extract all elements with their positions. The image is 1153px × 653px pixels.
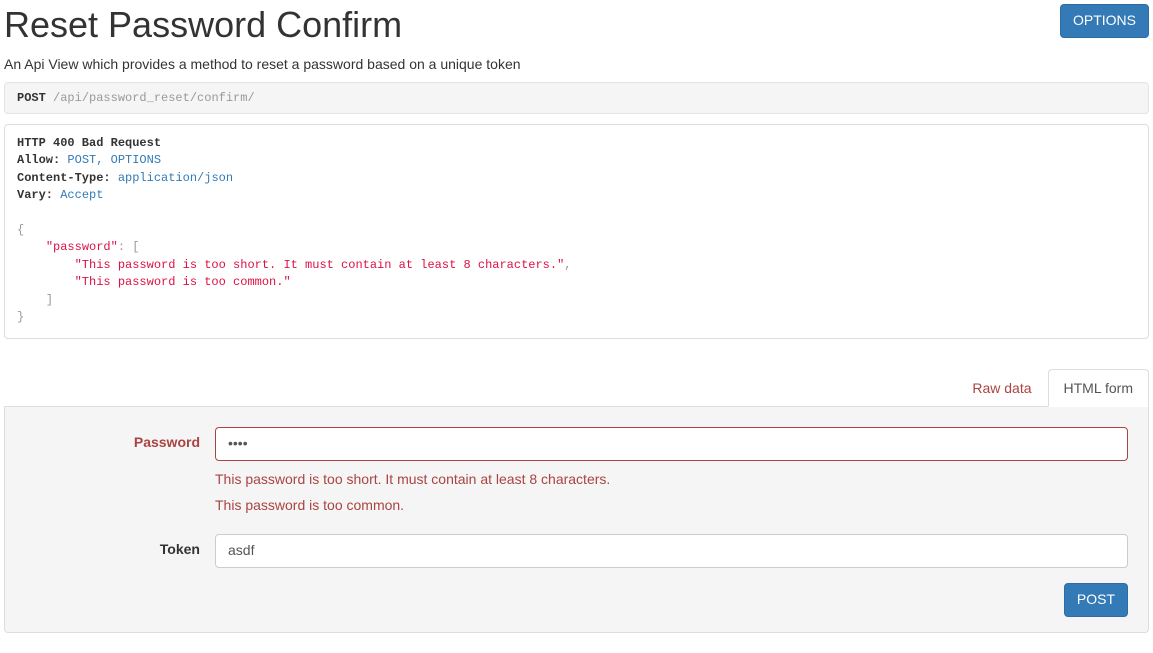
form-group-token: Token [25,534,1128,568]
page-title: Reset Password Confirm [4,4,402,46]
post-button[interactable]: POST [1064,583,1128,617]
password-error-1: This password is too common. [215,497,1128,513]
password-label: Password [25,427,215,450]
tab-html-form[interactable]: HTML form [1048,369,1149,407]
token-label: Token [25,534,215,557]
form-panel: Password This password is too short. It … [4,407,1149,633]
tab-raw-data[interactable]: Raw data [956,369,1047,407]
vary-label: Vary: [17,188,53,202]
form-tabs: Raw data HTML form [4,369,1149,407]
json-error-0: "This password is too short. It must con… [75,258,565,272]
allow-label: Allow: [17,153,60,167]
form-group-password: Password This password is too short. It … [25,427,1128,519]
request-info: POST /api/password_reset/confirm/ [4,82,1149,114]
allow-value: POST, OPTIONS [67,153,161,167]
token-field[interactable] [215,534,1128,568]
api-description: An Api View which provides a method to r… [4,56,1149,72]
vary-value: Accept [60,188,103,202]
request-path: /api/password_reset/confirm/ [53,91,255,105]
response-block: HTTP 400 Bad Request Allow: POST, OPTION… [4,124,1149,339]
content-type-value: application/json [118,171,233,185]
status-line: HTTP 400 Bad Request [17,136,161,150]
request-method: POST [17,91,46,105]
json-error-1: "This password is too common." [75,275,291,289]
password-error-0: This password is too short. It must cont… [215,471,1128,487]
password-field[interactable] [215,427,1128,461]
options-button[interactable]: OPTIONS [1060,4,1149,38]
content-type-label: Content-Type: [17,171,111,185]
